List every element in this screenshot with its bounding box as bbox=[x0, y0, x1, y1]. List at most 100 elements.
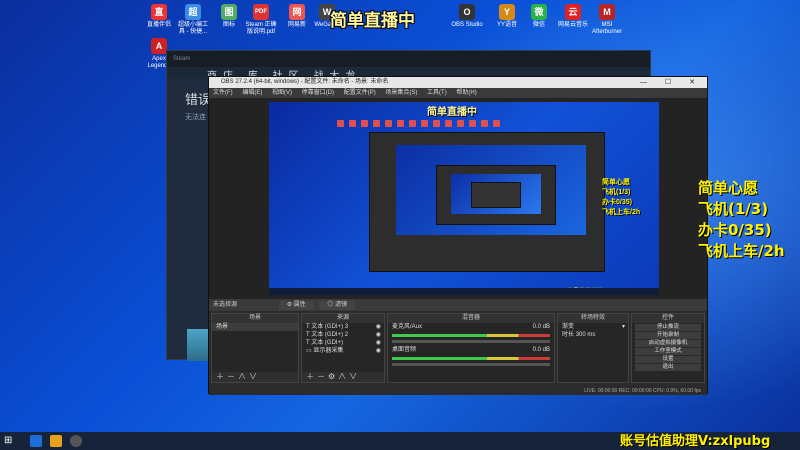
source-item[interactable]: T 文本 (GDI+) 2 ◉ bbox=[302, 331, 384, 339]
desktop-icon-label: MSI Afterburner bbox=[591, 22, 622, 35]
desktop-icon-label: 网易新 bbox=[287, 22, 306, 28]
windows-start-icon[interactable]: ⊞ bbox=[4, 435, 16, 447]
apex-icon: A bbox=[151, 38, 167, 54]
start-recording-button[interactable]: 开始录制 bbox=[635, 332, 701, 339]
preview-taskbar bbox=[269, 288, 659, 295]
desktop-icon[interactable]: 微 微信 bbox=[522, 4, 556, 29]
mixer-slider[interactable] bbox=[392, 340, 550, 343]
controls-dock: 控件 停止推流 开始录制 启动虚拟摄像机 工作室模式 设置 退出 bbox=[631, 313, 705, 383]
stream-title-overlay: 简单直播中 bbox=[330, 11, 415, 31]
desktop-icon-label: 超级小编工具 - 快捷... bbox=[177, 22, 208, 35]
preview-area: 简单直播中 简单心愿 飞机(1/3) 办卡0/35) 飞机上车/2h 账号估值助… bbox=[209, 98, 707, 299]
desktop-icon[interactable]: M MSI Afterburner bbox=[590, 4, 624, 36]
menu-docks[interactable]: 停靠窗口(D) bbox=[302, 90, 334, 96]
desktop-icon[interactable]: 网 网易新 bbox=[280, 4, 314, 29]
mixer-track: 桌面音频 0.0 dB bbox=[392, 347, 550, 353]
obs-title-text: OBS 27.2.4 (64-bit, windows) - 配置文件: 未命名… bbox=[221, 79, 389, 85]
controls-header: 控件 bbox=[632, 314, 704, 323]
preview-title-overlay: 简单直播中 bbox=[427, 107, 477, 118]
mixer-dock: 混音器 麦克风/Aux 0.0 dB 桌面音频 0.0 dB bbox=[387, 313, 555, 383]
no-source-label: 未选择源 bbox=[213, 302, 238, 308]
steam-titlebar[interactable]: Steam bbox=[167, 51, 650, 67]
preview-side-line: 办卡0/35) bbox=[602, 199, 632, 206]
source-item[interactable]: T 文本 (GDI+) ◉ bbox=[302, 339, 384, 347]
menu-edit[interactable]: 编辑(E) bbox=[242, 90, 262, 96]
obs-taskbar-icon[interactable] bbox=[70, 435, 82, 447]
studio-mode-button[interactable]: 工作室模式 bbox=[635, 348, 701, 355]
desktop-icon[interactable]: 直 直播伴侣 bbox=[142, 4, 176, 29]
menu-help[interactable]: 帮助(H) bbox=[456, 90, 476, 96]
menu-scene-collection[interactable]: 场景集合(S) bbox=[385, 90, 417, 96]
desktop-icon-label: Steam 正确 版说明.pdf bbox=[245, 22, 277, 35]
pdf-icon: PDF bbox=[253, 4, 269, 20]
desktop-icon-label: 网易云音乐 bbox=[557, 22, 588, 28]
desktop-icon-label: YY语音 bbox=[496, 22, 517, 28]
desktop-icon[interactable]: 图 图标 bbox=[212, 4, 246, 29]
eye-icon: ◉ bbox=[375, 324, 381, 330]
sources-dock: 来源 T 文本 (GDI+) 3 ◉ T 文本 (GDI+) 2 ◉ T 文本 … bbox=[301, 313, 385, 383]
transitions-dock: 转场特效 渐变 ▾ 时长 300 ms bbox=[557, 313, 629, 383]
desktop-icon-label: 微信 bbox=[532, 22, 545, 28]
yy-icon: Y bbox=[499, 4, 515, 20]
duration-field[interactable]: 时长 300 ms bbox=[558, 331, 628, 339]
obs-menubar: 文件(F) 编辑(E) 视图(V) 停靠窗口(D) 配置文件(P) 场景集合(S… bbox=[209, 88, 707, 98]
virtual-camera-button[interactable]: 启动虚拟摄像机 bbox=[635, 340, 701, 347]
eye-icon: ◉ bbox=[375, 348, 381, 354]
settings-button[interactable]: 设置 bbox=[635, 356, 701, 363]
scene-item[interactable]: 场景 bbox=[212, 323, 298, 331]
menu-tools[interactable]: 工具(T) bbox=[427, 90, 447, 96]
desktop-icon[interactable]: 云 网易云音乐 bbox=[556, 4, 590, 29]
steam-error-title: 错误 bbox=[185, 92, 212, 107]
file-explorer-icon[interactable] bbox=[50, 435, 62, 447]
obs-titlebar[interactable]: OBS 27.2.4 (64-bit, windows) - 配置文件: 未命名… bbox=[209, 77, 707, 88]
stream-preview[interactable]: 简单直播中 简单心愿 飞机(1/3) 办卡0/35) 飞机上车/2h 账号估值助… bbox=[269, 102, 659, 295]
desktop-icon[interactable]: O OBS Studio bbox=[450, 4, 484, 29]
menu-file[interactable]: 文件(F) bbox=[213, 90, 233, 96]
netease-music-icon: 云 bbox=[565, 4, 581, 20]
wechat-icon: 微 bbox=[531, 4, 547, 20]
window-controls[interactable]: — ☐ ✕ bbox=[640, 77, 703, 88]
transition-select[interactable]: 渐变 ▾ bbox=[558, 323, 628, 331]
scenes-dock: 场景 场景 ＋－∧∨ bbox=[211, 313, 299, 383]
obs-icon: O bbox=[459, 4, 475, 20]
desktop-icon[interactable]: PDF Steam 正确 版说明.pdf bbox=[244, 4, 278, 36]
mixer-header: 混音器 bbox=[388, 314, 554, 323]
steam-error-sub: 无法连 bbox=[185, 114, 206, 121]
sources-toolbar[interactable]: ＋－⚙∧∨ bbox=[302, 372, 384, 382]
wish-line: 办卡0/35) bbox=[698, 221, 772, 239]
menu-profile[interactable]: 配置文件(P) bbox=[344, 90, 376, 96]
mixer-meter bbox=[392, 334, 550, 337]
scenes-header: 场景 bbox=[212, 314, 298, 323]
desktop-icon-label: 图标 bbox=[222, 22, 235, 28]
wish-line: 飞机上车/2h bbox=[698, 242, 785, 260]
eye-icon: ◉ bbox=[375, 340, 381, 346]
netease-icon: 网 bbox=[289, 4, 305, 20]
source-item[interactable]: ▭ 显示器采集 ◉ bbox=[302, 347, 384, 355]
eye-icon: ◉ bbox=[375, 332, 381, 338]
wish-line: 飞机(1/3) bbox=[698, 200, 769, 218]
afterburner-icon: M bbox=[599, 4, 615, 20]
scenes-toolbar[interactable]: ＋－∧∨ bbox=[212, 372, 298, 382]
stop-streaming-button[interactable]: 停止推流 bbox=[635, 324, 701, 331]
editor-tool-icon: 超 bbox=[185, 4, 201, 20]
picture-icon: 图 bbox=[221, 4, 237, 20]
live-companion-icon: 直 bbox=[151, 4, 167, 20]
properties-button[interactable]: ⚙ 属性 bbox=[278, 301, 314, 310]
filters-button[interactable]: ◎ 滤镜 bbox=[319, 301, 356, 310]
desktop-icon-label: OBS Studio bbox=[451, 22, 483, 28]
exit-button[interactable]: 退出 bbox=[635, 364, 701, 371]
preview-side-overlay: 简单心愿 飞机(1/3) 办卡0/35) 飞机上车/2h bbox=[602, 178, 640, 218]
wish-overlay: 简单心愿 飞机(1/3) 办卡0/35) 飞机上车/2h bbox=[698, 178, 785, 262]
preview-side-line: 飞机(1/3) bbox=[602, 189, 631, 196]
menu-view[interactable]: 视图(V) bbox=[272, 90, 292, 96]
mixer-meter bbox=[392, 357, 550, 360]
status-bar: LIVE: 00:00:00 REC: 00:00:00 CPU: 0.9%, … bbox=[209, 387, 707, 395]
obs-window[interactable]: OBS 27.2.4 (64-bit, windows) - 配置文件: 未命名… bbox=[208, 76, 708, 395]
mixer-slider[interactable] bbox=[392, 363, 550, 366]
source-item[interactable]: T 文本 (GDI+) 3 ◉ bbox=[302, 323, 384, 331]
desktop-icon[interactable]: 超 超级小编工具 - 快捷... bbox=[176, 4, 210, 36]
desktop-icon[interactable]: Y YY语音 bbox=[490, 4, 524, 29]
mixer-track: 麦克风/Aux 0.0 dB bbox=[392, 324, 550, 330]
edge-icon[interactable] bbox=[30, 435, 42, 447]
wish-line: 简单心愿 bbox=[698, 179, 759, 197]
